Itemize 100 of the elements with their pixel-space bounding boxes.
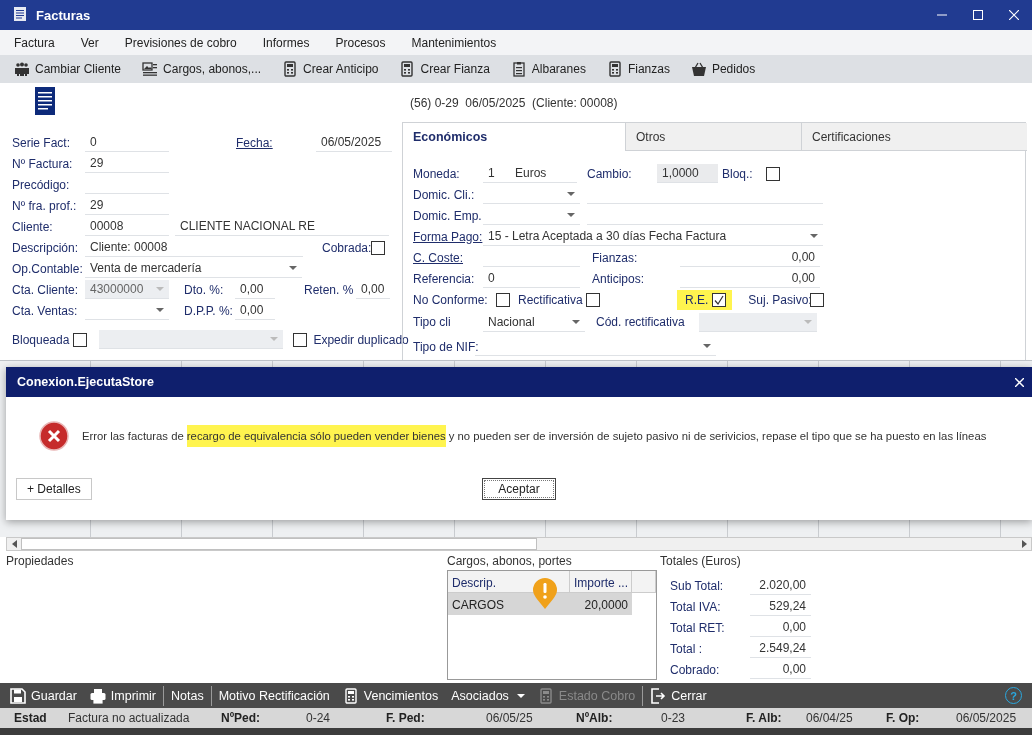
- field-label: Cobrado:: [670, 662, 720, 677]
- action-button[interactable]: Notas: [163, 685, 204, 706]
- text-field[interactable]: Euros: [510, 164, 577, 183]
- field-label: Cobrada:: [322, 240, 372, 255]
- text-field[interactable]: 0: [483, 269, 580, 288]
- toolbar-button[interactable]: Crear Fianza: [399, 61, 490, 77]
- text-field[interactable]: 1,0000: [657, 164, 718, 183]
- receipt-icon: [35, 86, 55, 116]
- accept-button[interactable]: Aceptar: [482, 478, 556, 500]
- checkbox[interactable]: [496, 292, 510, 307]
- caret-icon: [804, 319, 812, 324]
- action-button[interactable]: Imprimir: [89, 687, 156, 704]
- toolbar-button[interactable]: Pedidos: [690, 61, 756, 77]
- column-header[interactable]: Importe ...: [570, 571, 632, 593]
- status-label: F. Ped:: [385, 711, 426, 725]
- maximize-icon[interactable]: [973, 10, 983, 20]
- dropdown-field[interactable]: 15 - Letra Aceptada a 30 días Fecha Factura: [483, 227, 823, 246]
- status-label: Estad: [13, 711, 48, 725]
- menu-item[interactable]: Factura: [5, 35, 64, 50]
- field-label: Total IVA:: [670, 599, 721, 614]
- dropdown-field[interactable]: Venta de mercadería: [85, 259, 302, 278]
- menu-item[interactable]: Procesos: [326, 35, 395, 50]
- menu-item[interactable]: Mantenimientos: [402, 35, 506, 50]
- panel-title: Totales (Euros): [660, 554, 741, 568]
- details-button[interactable]: + Detalles: [16, 478, 92, 500]
- checkbox[interactable]: [766, 166, 780, 181]
- status-value: 0-23: [660, 711, 687, 725]
- field-label: Suj. Pasivo:: [748, 292, 812, 307]
- text-field[interactable]: 2.549,24: [750, 639, 811, 658]
- toolbar-button[interactable]: Cambiar Cliente: [14, 61, 122, 77]
- text-field[interactable]: 29: [85, 196, 169, 215]
- header-filler: [632, 571, 656, 593]
- toolbar-button[interactable]: Fianzas: [606, 61, 670, 77]
- action-button[interactable]: Motivo Rectificación: [210, 685, 330, 706]
- status-label: NºAlb:: [575, 711, 614, 725]
- action-button[interactable]: Vencimientos: [342, 687, 439, 704]
- text-field[interactable]: CLIENTE NACIONAL RE: [175, 217, 389, 236]
- text-field[interactable]: 0,00: [235, 280, 275, 299]
- menu-item[interactable]: Previsiones de cobro: [115, 35, 246, 50]
- checkbox[interactable]: [810, 292, 825, 307]
- error-icon: [39, 421, 69, 451]
- caret-icon: [567, 213, 575, 217]
- text-field[interactable]: 00008: [85, 217, 169, 236]
- text-field[interactable]: 0,00: [235, 301, 275, 320]
- text-field[interactable]: 0,00: [680, 269, 820, 288]
- text-field[interactable]: 1: [483, 164, 510, 183]
- action-button[interactable]: Guardar: [10, 687, 77, 704]
- right-arrow-icon[interactable]: [1021, 540, 1027, 548]
- field-label: Tipo de NIF:: [413, 339, 479, 354]
- caret-icon: [270, 337, 279, 341]
- text-field[interactable]: Cliente: 00008: [85, 238, 303, 257]
- status-value: 0-24: [305, 711, 332, 725]
- field-label: Sub Total:: [670, 578, 724, 593]
- field-link[interactable]: C. Coste:: [413, 250, 463, 265]
- text-field[interactable]: 0: [85, 133, 169, 152]
- text-field[interactable]: 29: [85, 154, 169, 173]
- toolbar-button[interactable]: Crear Anticipo: [282, 61, 379, 77]
- menu-button[interactable]: Asociados: [451, 688, 525, 703]
- left-arrow-icon[interactable]: [11, 540, 17, 548]
- caret-icon: [516, 693, 525, 698]
- dropdown-field[interactable]: Nacional: [483, 312, 585, 332]
- record-summary: (56) 0-29 06/05/2025 (Cliente: 00008): [410, 95, 618, 110]
- text-field[interactable]: 06/05/2025: [316, 133, 392, 152]
- action-button[interactable]: Cerrar: [642, 685, 707, 706]
- field-label: Bloqueada: [12, 332, 70, 347]
- toolbar-button[interactable]: Albaranes: [510, 61, 586, 77]
- toolbar-button[interactable]: Cargos, abonos,...: [142, 61, 262, 77]
- text-field[interactable]: 0,00: [680, 248, 820, 267]
- text-field[interactable]: 0,00: [750, 618, 811, 637]
- caret-icon: [156, 287, 164, 291]
- status-value: 06/05/25: [485, 711, 534, 725]
- close-icon[interactable]: [1015, 377, 1024, 387]
- panel-title: Propiedades: [6, 554, 74, 568]
- tab[interactable]: Otros: [625, 123, 801, 151]
- calculator-icon: [282, 61, 299, 77]
- text-field[interactable]: 2.020,00: [750, 576, 811, 595]
- checkbox[interactable]: [712, 292, 727, 307]
- horizontal-scrollbar[interactable]: [6, 537, 1032, 551]
- error-message: Error las facturas de recargo de equivalencia sólo pueden vender bienes y no pueden ser de inversión de sujeto pasivo ni de serivicios, repase el tipo que se ha puesto en las líneas: [82, 425, 987, 447]
- checkbox[interactable]: [586, 292, 600, 307]
- caret-icon: [572, 319, 580, 324]
- text-field[interactable]: 529,24: [750, 597, 811, 616]
- menu-item[interactable]: Informes: [253, 35, 319, 50]
- field-label: Cta. Ventas:: [12, 303, 78, 318]
- field-label: Fianzas:: [592, 250, 638, 265]
- close-icon[interactable]: [1009, 10, 1019, 20]
- tab[interactable]: Certificaciones: [801, 123, 1027, 151]
- field-label: Cambio:: [587, 166, 632, 181]
- field-link[interactable]: Forma Pago:: [413, 229, 483, 244]
- checkbox[interactable]: [371, 240, 385, 255]
- text-field[interactable]: 0,00: [356, 280, 390, 299]
- checkbox[interactable]: [293, 332, 308, 347]
- table-cell: CARGOS: [448, 593, 570, 615]
- status-label: F. Op:: [885, 711, 921, 725]
- checkbox[interactable]: [73, 332, 88, 347]
- menu-item[interactable]: Ver: [71, 35, 108, 50]
- table-cell: 20,0000: [570, 593, 632, 615]
- text-field[interactable]: 0,00: [750, 660, 811, 679]
- field-link[interactable]: Fecha:: [236, 135, 273, 150]
- caret-icon: [810, 234, 818, 238]
